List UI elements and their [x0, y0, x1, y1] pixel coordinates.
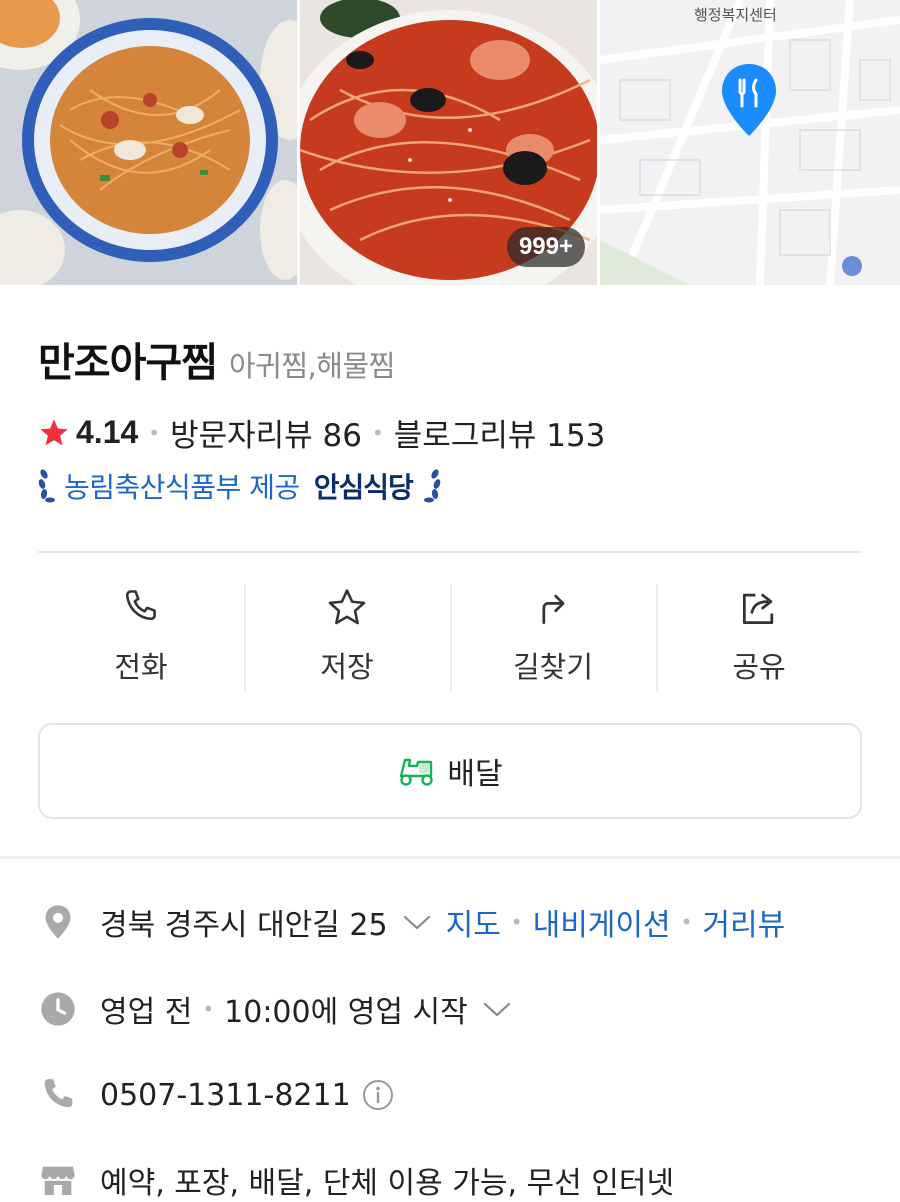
photo-count-badge[interactable]: 999+	[506, 227, 585, 267]
action-bar: 전화 저장 길찾기 공유	[38, 580, 862, 692]
phone-icon	[125, 590, 156, 621]
blog-reviews-link[interactable]: 블로그리뷰 153	[394, 410, 606, 455]
navigation-link[interactable]: 내비게이션	[533, 900, 671, 944]
separator-dot: •	[680, 910, 693, 934]
share-icon	[742, 593, 774, 625]
directions-label: 길찾기	[512, 650, 594, 684]
map-thumbnail-image	[600, 0, 900, 285]
food-photo-1[interactable]	[0, 0, 297, 285]
hours-status: 영업 전	[100, 995, 193, 1030]
restaurant-pin-icon[interactable]	[720, 62, 778, 138]
hours-row[interactable]: 영업 전 • 10:00에 영업 시작	[38, 987, 526, 1031]
store-icon	[41, 1166, 75, 1195]
info-icon[interactable]	[361, 1078, 395, 1112]
separator-dot: •	[202, 997, 215, 1021]
place-name: 만조아구찜	[38, 340, 218, 386]
save-button[interactable]: 저장	[244, 580, 450, 692]
directions-button[interactable]: 길찾기	[450, 580, 656, 692]
rating-row: 4.14 • 방문자리뷰 86 • 블로그리뷰 153	[38, 410, 605, 455]
share-button[interactable]: 공유	[656, 580, 862, 692]
chevron-down-icon[interactable]	[402, 912, 432, 932]
services-text: 예약, 포장, 배달, 단체 이용 가능, 무선 인터넷	[100, 1166, 675, 1201]
section-divider	[0, 856, 900, 859]
badge-title: 안심식당	[313, 471, 414, 504]
map-label: 행정복지센터	[694, 6, 777, 24]
services-row: 예약, 포장, 배달, 단체 이용 가능, 무선 인터넷	[38, 1158, 674, 1202]
address-row: 경북 경주시 대안길 25 지도 • 내비게이션 • 거리뷰	[38, 900, 785, 944]
clock-icon	[41, 992, 75, 1026]
separator-dot: •	[148, 420, 161, 445]
address-text[interactable]: 경북 경주시 대안길 25	[100, 900, 388, 944]
hours-detail: 10:00에 영업 시작	[224, 995, 468, 1030]
call-label: 전화	[114, 650, 168, 684]
safe-restaurant-badge[interactable]: 농림축산식품부 제공 안심식당	[36, 466, 443, 506]
badge-provider: 농림축산식품부 제공	[64, 471, 300, 504]
photo-strip: 999+ 행정복지센터	[0, 0, 900, 285]
divider	[38, 551, 862, 553]
star-outline-icon	[328, 589, 366, 625]
delivery-scooter-icon	[400, 758, 434, 786]
separator-dot: •	[371, 420, 384, 445]
title-row: 만조아구찜 아귀찜,해물찜	[38, 330, 395, 388]
call-button[interactable]: 전화	[38, 580, 244, 692]
chevron-down-icon[interactable]	[482, 999, 512, 1019]
delivery-button[interactable]: 배달	[38, 723, 862, 819]
phone-number[interactable]: 0507-1311-8211	[100, 1078, 351, 1113]
rating-score: 4.14	[76, 414, 139, 450]
food-photo-2[interactable]: 999+	[300, 0, 597, 285]
phone-row: 0507-1311-8211	[38, 1075, 395, 1115]
location-pin-icon	[45, 905, 71, 939]
share-label: 공유	[732, 650, 786, 684]
place-category: 아귀찜,해물찜	[229, 349, 395, 383]
laurel-right-icon	[423, 469, 441, 503]
laurel-left-icon	[38, 469, 55, 503]
visitor-reviews-link[interactable]: 방문자리뷰 86	[170, 410, 362, 455]
star-filled-icon	[40, 418, 68, 445]
delivery-label: 배달	[447, 757, 503, 792]
phone-filled-icon	[44, 1079, 73, 1108]
directions-icon	[542, 594, 565, 625]
street-view-link[interactable]: 거리뷰	[702, 900, 785, 944]
map-link[interactable]: 지도	[446, 900, 501, 944]
map-thumbnail[interactable]: 행정복지센터	[600, 0, 900, 285]
food-photo-1-image	[0, 0, 297, 285]
save-label: 저장	[320, 650, 374, 684]
separator-dot: •	[510, 910, 523, 934]
